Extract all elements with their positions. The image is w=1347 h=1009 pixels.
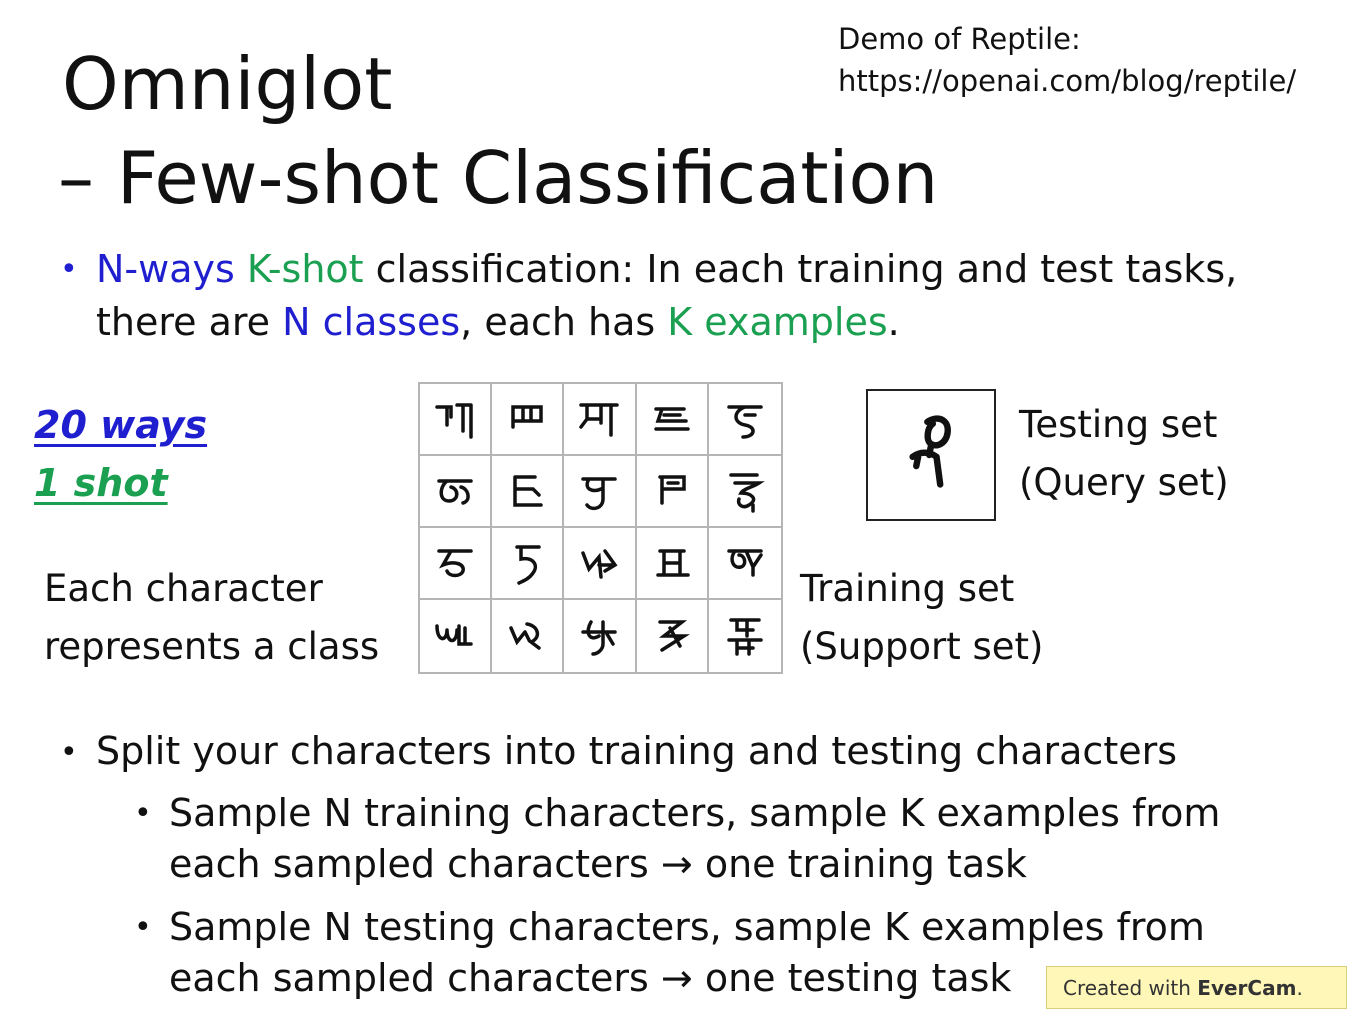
title-line-1: Omniglot (62, 42, 393, 126)
support-set-grid (418, 382, 783, 674)
k-examples-term: K examples (667, 300, 888, 344)
character-cell (420, 456, 493, 528)
demo-label: Demo of Reptile: (838, 22, 1081, 56)
query-image-box (866, 389, 996, 521)
query-character-icon (909, 415, 951, 488)
sub2-line-1: Sample N testing characters, sample K ex… (169, 905, 1205, 949)
sub2-line-2: each sampled characters → one testing ta… (169, 956, 1012, 1000)
definition-text-2: there are (96, 300, 283, 344)
handwritten-character-icon (727, 405, 763, 439)
character-cell (636, 384, 709, 456)
sub1-line-2: each sampled characters → one training t… (169, 842, 1027, 886)
handwritten-character-icon (515, 545, 542, 585)
watermark-prefix: Created with (1063, 976, 1198, 1000)
character-cell (492, 528, 565, 600)
handwritten-character-icon (727, 618, 763, 656)
character-cell (420, 600, 493, 672)
character-cell (492, 600, 565, 672)
handwritten-character-icon (437, 549, 473, 578)
n-ways-term: N-ways (96, 247, 235, 291)
evercam-watermark: Created with EverCam. (1046, 966, 1347, 1009)
k-shot-term: K-shot (246, 247, 364, 291)
handwritten-character-icon (435, 624, 473, 646)
sub1-line-1: Sample N training characters, sample K e… (169, 791, 1221, 835)
handwritten-character-icon (729, 473, 765, 513)
demo-url-link[interactable]: https://openai.com/blog/reptile/ (838, 60, 1296, 102)
character-cell (420, 528, 493, 600)
handwritten-character-icon (657, 475, 686, 505)
query-set-label: (Query set) (1019, 461, 1229, 504)
definition-bullet: • (60, 252, 78, 287)
character-cell (637, 600, 709, 672)
sub-bullet-2: • (134, 910, 152, 945)
definition-line-2: there are N classes, each has K examples… (96, 295, 900, 349)
definition-line-1: N-ways K-shot classification: In each tr… (96, 242, 1237, 296)
handwritten-character-icon (437, 479, 473, 505)
character-cell (492, 384, 565, 456)
title-line-2: – Few-shot Classification (58, 136, 939, 220)
handwritten-character-icon (657, 620, 690, 652)
split-bullet: • (60, 735, 78, 770)
character-cell (420, 384, 493, 456)
handwritten-character-icon (513, 475, 544, 507)
character-cell (708, 456, 781, 528)
character-cell (709, 600, 781, 672)
caption-each-character: Each character (44, 567, 323, 610)
character-cell (492, 456, 565, 528)
definition-text-4: . (887, 300, 900, 344)
handwritten-character-icon (653, 407, 690, 431)
ways-link[interactable]: 20 ways (34, 406, 207, 444)
watermark-brand: EverCam (1197, 976, 1297, 1000)
character-cell (564, 456, 637, 528)
n-classes-term: N classes (282, 300, 461, 344)
character-cell (708, 384, 781, 456)
character-cell (564, 600, 637, 672)
handwritten-character-icon (509, 622, 542, 650)
split-main-text: Split your characters into training and … (96, 729, 1178, 773)
support-set-label: (Support set) (800, 625, 1044, 668)
training-set-label: Training set (800, 567, 1015, 610)
handwritten-character-icon (581, 549, 619, 579)
handwritten-character-icon (581, 477, 618, 511)
handwritten-character-icon (727, 549, 763, 577)
testing-set-label: Testing set (1019, 403, 1218, 446)
caption-represents-class: represents a class (44, 625, 380, 668)
shot-link[interactable]: 1 shot (34, 464, 168, 502)
handwritten-character-icon (435, 403, 473, 439)
character-cell (564, 384, 637, 456)
definition-text-1: classification: In each training and tes… (363, 247, 1238, 291)
character-cell (564, 528, 637, 600)
handwritten-character-icon (511, 405, 544, 429)
handwritten-character-icon (581, 620, 618, 656)
character-cell (636, 456, 709, 528)
character-cell (636, 528, 709, 600)
definition-text-3: , each has (460, 300, 668, 344)
sub-bullet-1: • (134, 796, 152, 831)
character-cell (708, 528, 781, 600)
handwritten-character-icon (579, 403, 620, 437)
watermark-suffix: . (1296, 976, 1303, 1000)
handwritten-character-icon (655, 549, 690, 577)
